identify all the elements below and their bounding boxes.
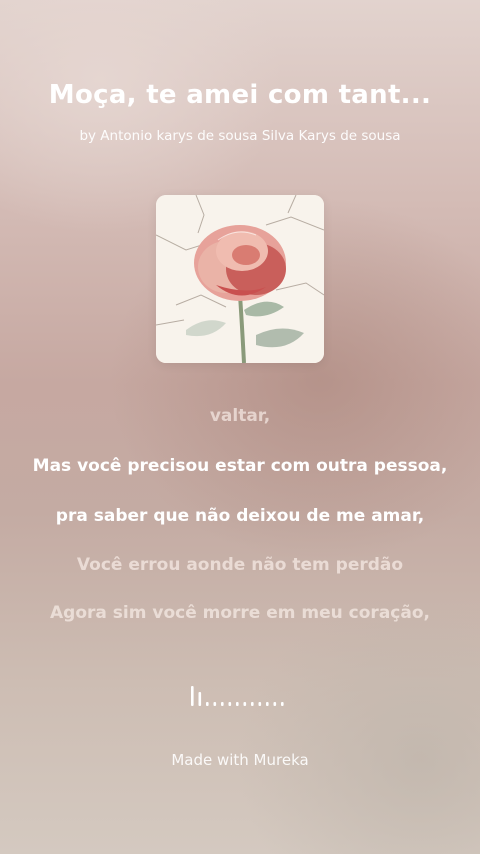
rose-artwork-icon	[156, 195, 324, 363]
progress-bar-segment	[198, 692, 202, 706]
artist-name: by Antonio karys de sousa Silva Karys de…	[79, 128, 401, 144]
lyric-line-active: Mas você precisou estar com outra pessoa…	[32, 456, 448, 476]
lyric-line: valtar,	[209, 406, 271, 426]
progress-bar-segment	[251, 702, 254, 706]
lyric-line: Você errou aonde não tem perdão	[76, 555, 404, 575]
progress-bar-segment	[258, 702, 262, 706]
progress-bar-segment	[243, 702, 247, 706]
progress-bar-segment	[206, 702, 209, 706]
progress-bar-segment	[191, 686, 194, 706]
progress-bar-segment	[273, 702, 277, 706]
album-cover	[156, 195, 324, 363]
progress-bar-segment	[213, 702, 217, 706]
lyric-line: Agora sim você morre em meu coração,	[50, 603, 430, 623]
progress-bar-segment	[266, 702, 269, 706]
progress-bar-segment	[236, 702, 239, 706]
audio-progress-bars-icon[interactable]	[189, 682, 289, 710]
progress-bar-segment	[221, 702, 224, 706]
made-with-label: Made with Mureka	[171, 751, 309, 769]
progress-bar-segment	[228, 702, 232, 706]
lyric-line-active: pra saber que não deixou de me amar,	[55, 506, 425, 526]
song-title: Moça, te amei com tant...	[48, 80, 432, 110]
progress-bar-segment	[281, 702, 284, 706]
